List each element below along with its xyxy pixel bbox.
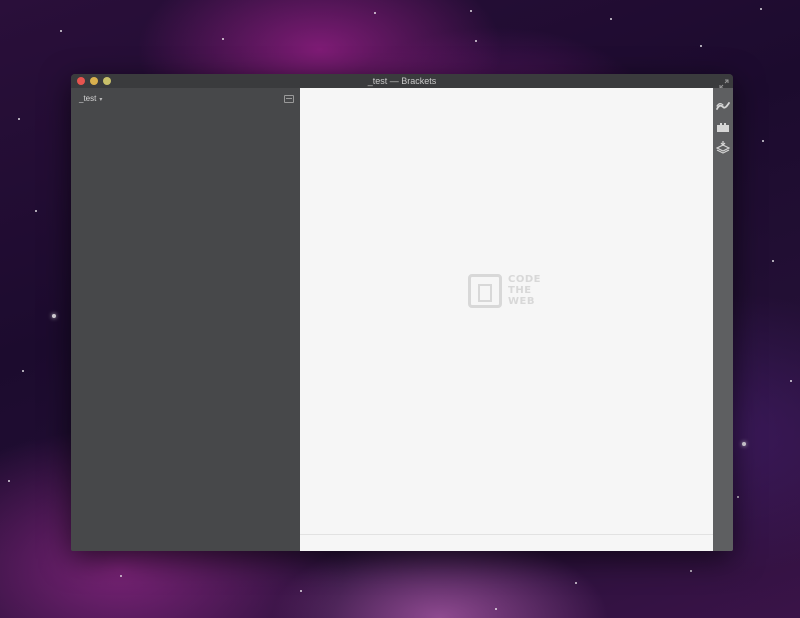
star [470,10,472,12]
star [374,12,376,14]
brackets-window: _test — Brackets _test ▾ CODE THE WEB [71,74,733,551]
project-name: _test [79,94,97,103]
star [18,118,20,120]
star [22,370,24,372]
star [8,480,10,482]
star [60,30,62,32]
chevron-down-icon: ▾ [99,97,103,103]
star [700,45,702,47]
star [300,590,302,592]
star [495,608,497,610]
project-dropdown[interactable]: _test ▾ [79,94,102,103]
status-divider [300,534,713,535]
star [35,210,37,212]
brackets-logo-icon [468,274,502,308]
main-toolbar [713,88,733,551]
split-view-icon [286,98,292,99]
logo-text: CODE THE WEB [508,274,541,307]
star [772,260,774,262]
star [760,8,762,10]
split-view-button[interactable] [284,95,294,103]
window-title: _test — Brackets [367,76,437,86]
editor-area[interactable]: CODE THE WEB [300,88,713,551]
star [742,442,746,446]
star [610,18,612,20]
star [52,314,56,318]
extension-manager-icon[interactable] [716,120,730,134]
title-bar[interactable]: _test — Brackets [71,74,733,89]
star [222,38,224,40]
project-sidebar: _test ▾ [71,88,300,551]
star [790,380,792,382]
extension-icon[interactable] [716,140,730,154]
code-the-web-logo: CODE THE WEB [468,274,548,310]
fullscreen-icon[interactable] [719,76,729,89]
star [575,582,577,584]
star [120,575,122,577]
star [737,496,739,498]
star [762,140,764,142]
desktop-background: _test — Brackets _test ▾ CODE THE WEB [0,0,800,618]
live-preview-icon[interactable] [716,99,730,113]
star [690,570,692,572]
star [475,40,477,42]
